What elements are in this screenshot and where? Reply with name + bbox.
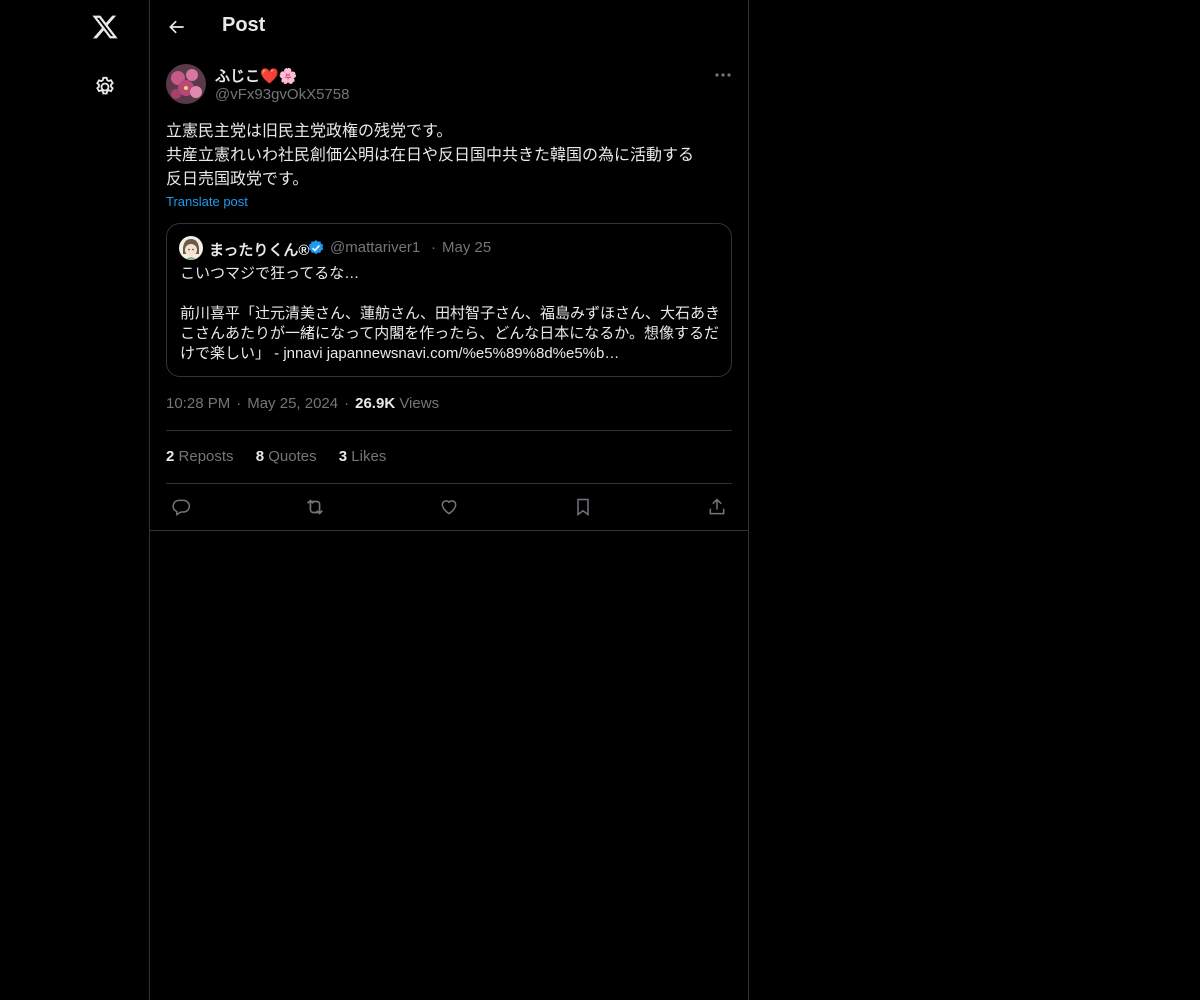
left-nav [0, 0, 149, 1000]
quotes-count: 8 [255, 448, 265, 465]
quoted-author-name[interactable]: まったりくん® [209, 239, 309, 260]
likes-stat[interactable]: 3 Likes [339, 448, 387, 465]
gear-icon[interactable] [80, 62, 130, 112]
author-handle[interactable]: @vFx93gvOkX5758 [215, 86, 349, 103]
quoted-post[interactable]: まったりくん® @mattariver1 · May 25 こいつマジで狂ってる… [166, 223, 732, 377]
post-stats: 2 Reposts 8 Quotes 3 Likes [166, 448, 404, 465]
repost-icon[interactable] [300, 492, 330, 522]
reposts-count: 2 [166, 448, 175, 465]
more-icon[interactable] [710, 64, 736, 86]
arrow-left-icon[interactable] [160, 10, 194, 44]
divider [166, 430, 732, 431]
action-bar [166, 492, 732, 522]
bookmark-icon[interactable] [568, 492, 598, 522]
translate-post-link[interactable]: Translate post [166, 194, 248, 209]
views-count: 26.9K [355, 395, 396, 412]
quoted-text-body: 前川喜平「辻元清美さん、蓮舫さん、田村智子さん、福島みずほさん、大石あきこさんあ… [180, 305, 721, 362]
quotes-stat[interactable]: 8 Quotes [256, 448, 317, 465]
x-logo-icon[interactable] [80, 2, 130, 52]
post-header: Post [150, 0, 748, 53]
quoted-avatar[interactable] [179, 236, 203, 260]
reposts-stat[interactable]: 2 Reposts [166, 448, 234, 465]
divider [166, 483, 732, 484]
reposts-label: Reposts [178, 448, 234, 465]
post-time[interactable]: 10:28 PM [166, 395, 230, 412]
separator: · [236, 395, 242, 412]
separator: · [344, 395, 350, 412]
post-text-line: 反日売国政党です。 [166, 171, 309, 188]
author-name[interactable]: ふじこ❤️🌸 [215, 65, 297, 86]
likes-label: Likes [351, 448, 387, 465]
post-text-line: 共産立憲れいわ社民創価公明は在日や反日国中共きた韓国の為に活動する [166, 147, 695, 164]
share-icon[interactable] [702, 492, 732, 522]
views-label: Views [399, 395, 440, 412]
divider [150, 530, 748, 531]
quoted-text-line: こいつマジで狂ってるな… [180, 265, 360, 282]
post-meta: 10:28 PM · May 25, 2024 · 26.9K Views [166, 395, 439, 412]
page-title: Post [222, 14, 266, 36]
quoted-author-handle[interactable]: @mattariver1 [330, 239, 420, 256]
like-icon[interactable] [434, 492, 464, 522]
post-text-line: 立憲民主党は旧民主党政権の残党です。 [166, 123, 453, 140]
quotes-label: Quotes [268, 448, 317, 465]
post-column: Post ふじこ❤️🌸 @vFx93gvOkX5758 立憲民主党は旧民主党政権… [149, 0, 749, 1000]
post-text: 立憲民主党は旧民主党政権の残党です。 共産立憲れいわ社民創価公明は在日や反日国中… [166, 120, 736, 192]
likes-count: 3 [338, 448, 348, 465]
verified-badge-icon [307, 239, 325, 257]
post-date[interactable]: May 25, 2024 [247, 395, 338, 412]
quoted-date[interactable]: May 25 [442, 239, 491, 256]
avatar[interactable] [166, 64, 206, 104]
separator: · [431, 239, 436, 256]
reply-icon[interactable] [166, 492, 196, 522]
